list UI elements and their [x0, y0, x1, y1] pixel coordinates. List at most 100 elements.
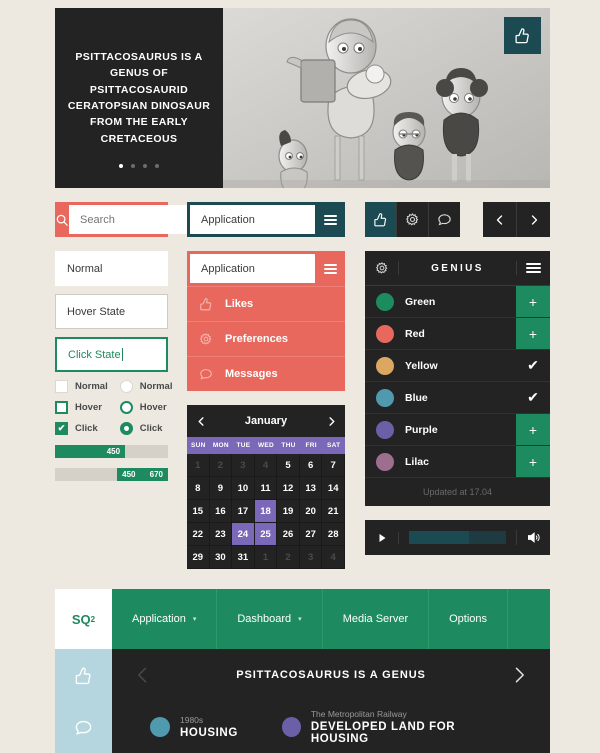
genius-row[interactable]: Lilac +	[365, 446, 550, 478]
calendar-day[interactable]: 18	[254, 500, 278, 523]
dropdown-open-label[interactable]: Application	[190, 254, 315, 283]
bottom-list-item[interactable]: The Metropolitan Railway DEVELOPED LAND F…	[281, 709, 506, 745]
calendar-day[interactable]: 28	[322, 523, 345, 546]
calendar-day[interactable]: 3	[299, 546, 323, 569]
calendar-day[interactable]: 1	[187, 454, 210, 477]
radio-hover[interactable]	[119, 401, 133, 414]
calendar-prev-button[interactable]	[187, 416, 215, 427]
media-progress-track[interactable]	[409, 531, 506, 544]
genius-row[interactable]: Blue ✔	[365, 382, 550, 414]
calendar-day[interactable]: 7	[322, 454, 345, 477]
navbar-item[interactable]: Application ▾	[112, 589, 218, 649]
hero-dot[interactable]	[143, 164, 147, 168]
dropdown-open-menu-button[interactable]	[315, 251, 345, 286]
menu-item-likes[interactable]: Likes	[187, 286, 345, 321]
hero-carousel-dots[interactable]	[119, 164, 159, 168]
radio-hover-row[interactable]: Hover	[119, 401, 173, 414]
calendar-day-grid[interactable]: 1 2 3 4 5 6 7 8 9 10 11 12 13 14 15 16 17 18 19 20 21 22 23 24 2…	[187, 454, 345, 569]
calendar-day[interactable]: 27	[299, 523, 323, 546]
calendar-day[interactable]: 19	[277, 500, 300, 523]
hero-dot[interactable]	[155, 164, 159, 168]
calendar-day[interactable]: 13	[299, 477, 323, 500]
navbar-item[interactable]: Dashboard ▾	[217, 589, 323, 649]
hero-dot[interactable]	[119, 164, 123, 168]
add-button[interactable]: +	[516, 286, 550, 317]
calendar-day[interactable]: 17	[232, 500, 255, 523]
calendar-day[interactable]: 4	[254, 454, 278, 477]
genius-row[interactable]: Green +	[365, 286, 550, 318]
calendar-day[interactable]: 31	[232, 546, 255, 569]
carousel-prev-button[interactable]	[112, 665, 174, 685]
calendar-day[interactable]: 6	[299, 454, 323, 477]
calendar-day[interactable]: 11	[254, 477, 278, 500]
add-button[interactable]: +	[516, 446, 550, 477]
dropdown-menu-button[interactable]	[315, 202, 345, 237]
calendar-day[interactable]: 1	[254, 546, 278, 569]
dropdown-closed[interactable]: Application	[187, 202, 345, 237]
calendar-day[interactable]: 15	[187, 500, 210, 523]
prev-button[interactable]	[483, 202, 517, 237]
brand-logo[interactable]: SQ 2	[55, 589, 112, 649]
checkbox-hover[interactable]	[55, 401, 68, 414]
thumbs-up-button[interactable]	[365, 202, 397, 237]
dropdown-open-header[interactable]: Application	[187, 251, 345, 286]
calendar-day[interactable]: 24	[232, 523, 255, 546]
navbar-item[interactable]: Options	[429, 589, 509, 649]
progress-bar-range[interactable]: 450 670	[55, 468, 168, 481]
carousel-next-button[interactable]	[488, 665, 550, 685]
radio-click[interactable]	[119, 422, 133, 435]
calendar-day[interactable]: 2	[277, 546, 300, 569]
add-button[interactable]: +	[516, 414, 550, 445]
radio-click-row[interactable]: Click	[119, 422, 173, 435]
checkbox-normal-row[interactable]: Normal	[55, 380, 108, 393]
calendar-day[interactable]: 10	[232, 477, 255, 500]
text-field-click[interactable]: Click State	[55, 337, 168, 372]
calendar-day[interactable]: 25	[254, 523, 278, 546]
genius-row[interactable]: Yellow ✔	[365, 350, 550, 382]
calendar-day[interactable]: 3	[232, 454, 255, 477]
calendar-next-button[interactable]	[317, 416, 345, 427]
menu-item-messages[interactable]: Messages	[187, 356, 345, 391]
genius-menu-button[interactable]	[516, 261, 550, 275]
calendar-day[interactable]: 14	[322, 477, 345, 500]
calendar-day[interactable]: 22	[187, 523, 210, 546]
hero-dot[interactable]	[131, 164, 135, 168]
checkbox-click[interactable]: ✔	[55, 422, 68, 435]
menu-item-preferences[interactable]: Preferences	[187, 321, 345, 356]
calendar-day[interactable]: 12	[277, 477, 300, 500]
text-field-hover[interactable]: Hover State	[55, 294, 168, 329]
calendar-day[interactable]: 9	[209, 477, 233, 500]
calendar-day[interactable]: 29	[187, 546, 210, 569]
next-button[interactable]	[517, 202, 550, 237]
calendar-day[interactable]: 16	[209, 500, 233, 523]
text-field-normal[interactable]: Normal	[55, 251, 168, 286]
calendar-day[interactable]: 2	[209, 454, 233, 477]
calendar-day[interactable]: 21	[322, 500, 345, 523]
radio-normal[interactable]	[119, 380, 133, 393]
settings-button[interactable]	[397, 202, 429, 237]
genius-row[interactable]: Purple +	[365, 414, 550, 446]
bottom-list-messages-button[interactable]	[55, 701, 112, 753]
radio-normal-row[interactable]: Normal	[119, 380, 172, 393]
carousel-like-button[interactable]	[55, 649, 112, 701]
progress-bar-single[interactable]: 450	[55, 445, 168, 458]
play-button[interactable]	[365, 531, 399, 544]
calendar-day[interactable]: 26	[277, 523, 300, 546]
calendar-day[interactable]: 4	[322, 546, 345, 569]
search-bar[interactable]	[55, 202, 222, 237]
calendar-day[interactable]: 30	[209, 546, 233, 569]
add-button[interactable]: +	[516, 318, 550, 349]
calendar-day[interactable]: 5	[277, 454, 300, 477]
hero-like-button[interactable]	[504, 17, 541, 54]
checkbox-click-row[interactable]: ✔ Click	[55, 422, 108, 435]
navbar-item[interactable]: Media Server	[323, 589, 430, 649]
bottom-list-item[interactable]: 1980s HOUSING	[150, 715, 238, 739]
genius-settings-button[interactable]	[365, 261, 399, 275]
volume-button[interactable]	[516, 530, 550, 545]
calendar-day[interactable]: 23	[209, 523, 233, 546]
calendar-day[interactable]: 8	[187, 477, 210, 500]
dropdown-label[interactable]: Application	[190, 205, 315, 234]
calendar-day[interactable]: 20	[299, 500, 323, 523]
checkbox-hover-row[interactable]: Hover	[55, 401, 108, 414]
messages-button[interactable]	[429, 202, 460, 237]
